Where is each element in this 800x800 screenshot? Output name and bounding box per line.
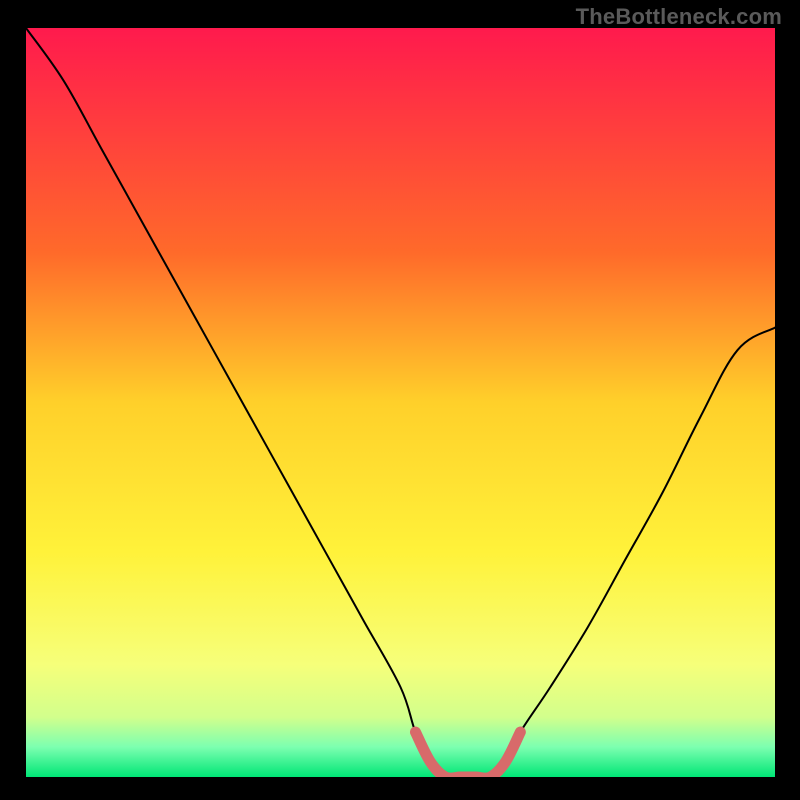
chart-svg <box>26 28 775 777</box>
chart-background <box>26 28 775 777</box>
chart-frame: TheBottleneck.com <box>0 0 800 800</box>
chart-plot-area <box>26 28 775 777</box>
watermark-text: TheBottleneck.com <box>576 4 782 30</box>
